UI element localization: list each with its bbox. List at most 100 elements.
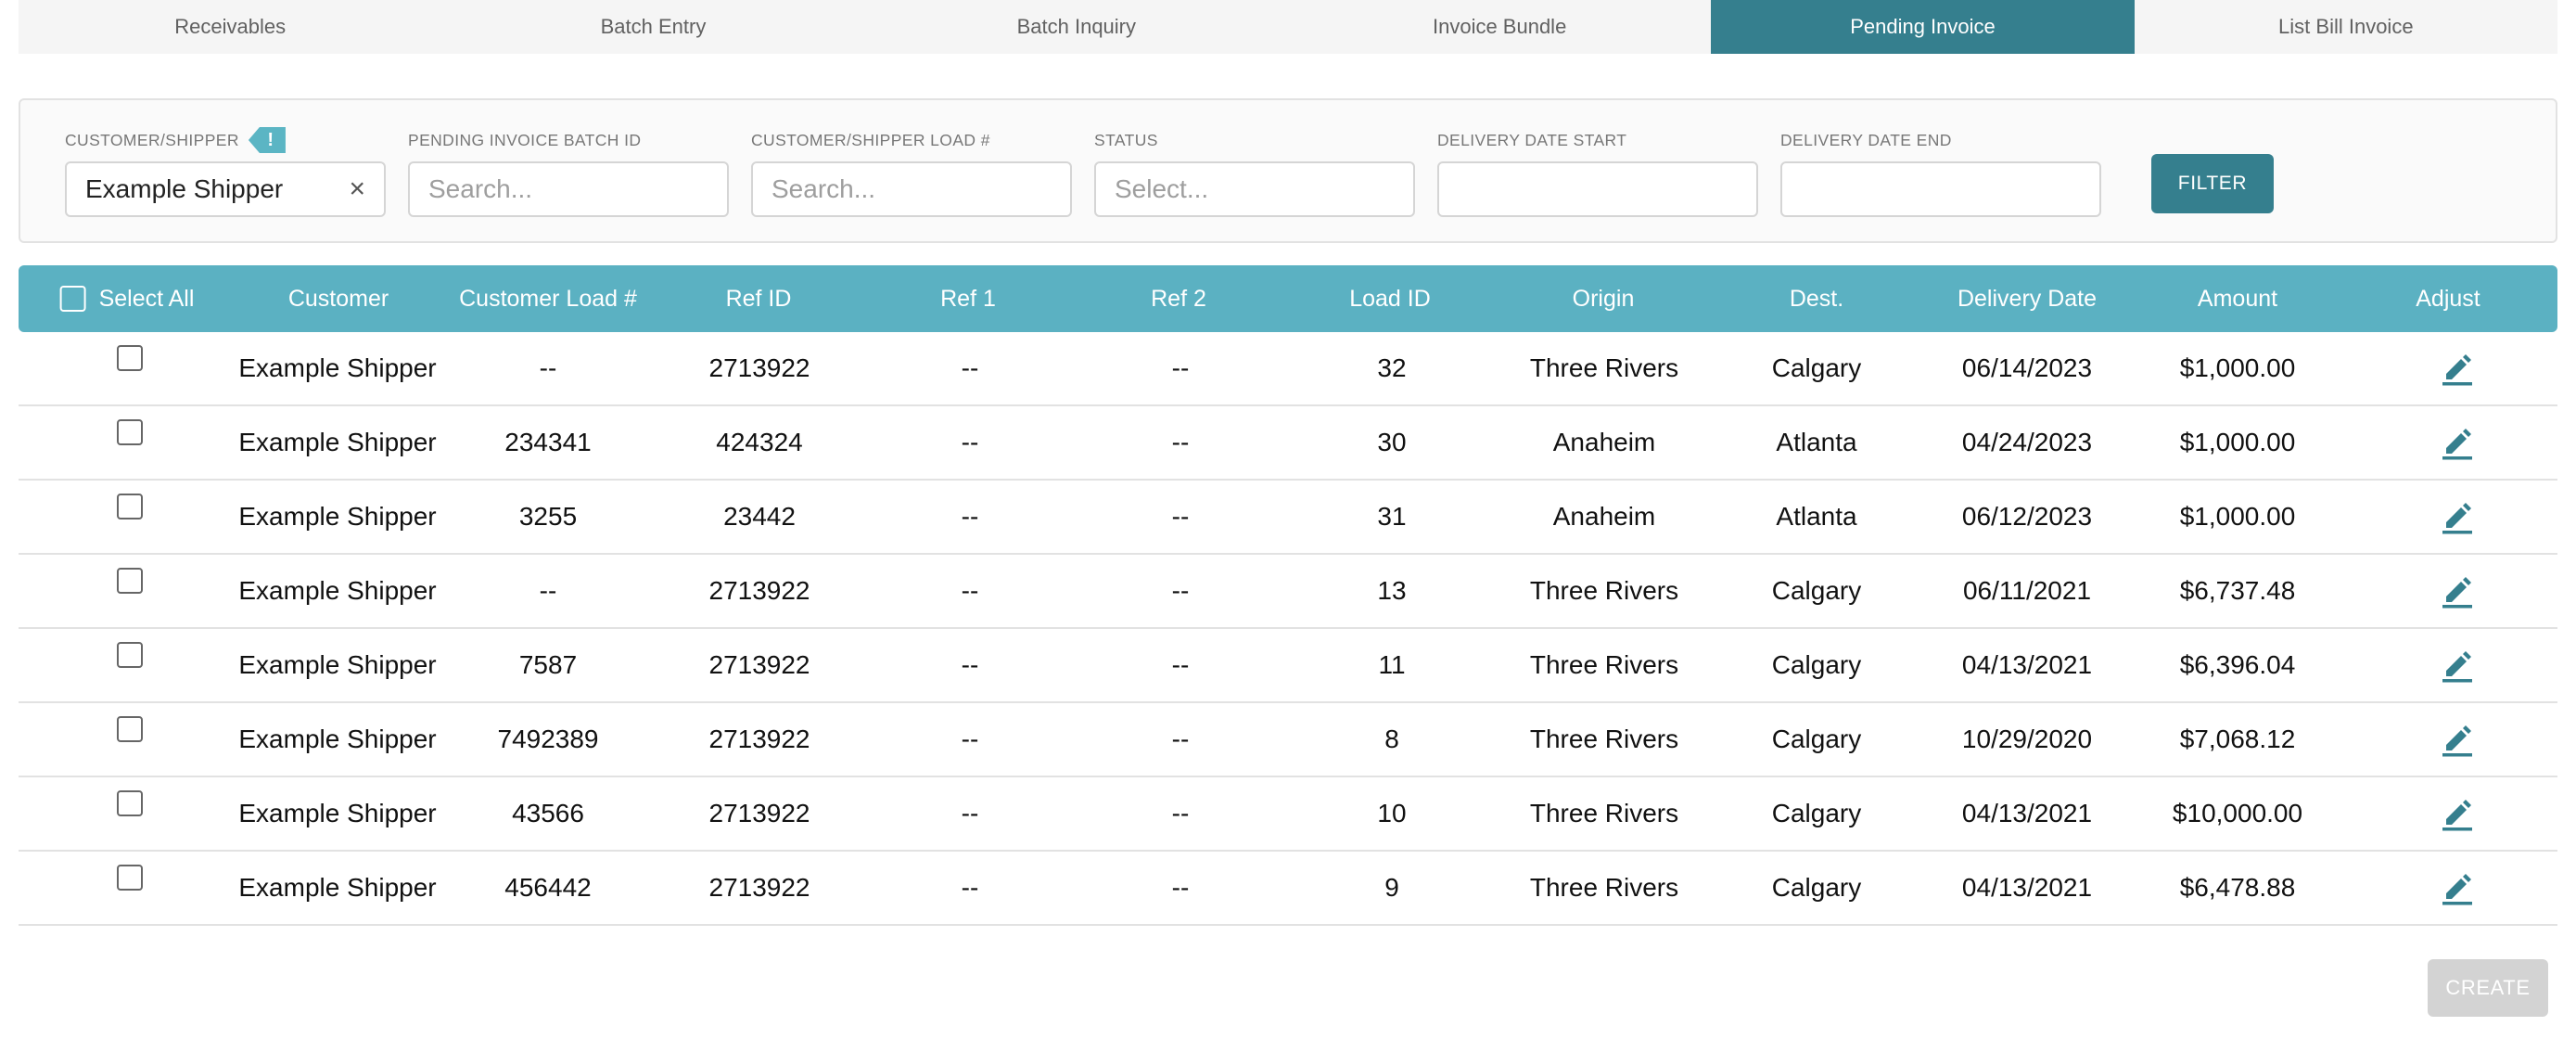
tab-batch-entry[interactable]: Batch Entry xyxy=(441,0,864,54)
cell-delivery-date: 04/13/2021 xyxy=(1961,799,2093,827)
cell-customer: Example Shipper xyxy=(238,353,437,382)
tab-invoice-bundle[interactable]: Invoice Bundle xyxy=(1288,0,1711,54)
cell-origin: Three Rivers xyxy=(1529,873,1679,902)
status-select[interactable]: Select... xyxy=(1094,161,1415,217)
cell-delivery-date: 04/24/2023 xyxy=(1961,428,2093,456)
tab-list-bill-invoice[interactable]: List Bill Invoice xyxy=(2135,0,2557,54)
cell-ref-2: -- xyxy=(1171,873,1190,902)
cell-load-id: 8 xyxy=(1384,725,1399,753)
header-dest: Dest. xyxy=(1789,285,1844,312)
row-checkbox[interactable] xyxy=(117,642,143,668)
row-checkbox[interactable] xyxy=(117,568,143,594)
tab-pending-invoice[interactable]: Pending Invoice xyxy=(1711,0,2135,54)
cell-delivery-date: 06/14/2023 xyxy=(1961,353,2093,382)
cell-customer: Example Shipper xyxy=(238,502,437,531)
cell-ref-1: -- xyxy=(961,502,979,531)
load-number-placeholder: Search... xyxy=(772,174,876,203)
cell-ref-2: -- xyxy=(1171,353,1190,382)
cell-ref-id: 2713922 xyxy=(708,799,810,827)
row-checkbox[interactable] xyxy=(117,790,143,816)
cell-ref-1: -- xyxy=(961,725,979,753)
cell-amount: $1,000.00 xyxy=(2179,353,2296,382)
cell-customer-load: 456442 xyxy=(504,873,592,902)
adjust-button[interactable] xyxy=(2439,852,2476,924)
create-button[interactable]: CREATE xyxy=(2428,959,2548,1017)
batch-id-filter: PENDING INVOICE BATCH ID Search... xyxy=(408,126,729,217)
table-row[interactable]: Example Shipper 43566 2713922 -- -- 10 Three R… xyxy=(19,777,2557,852)
cell-customer: Example Shipper xyxy=(238,799,437,827)
table-body: Example Shipper -- 2713922 -- -- 32 Three Rive… xyxy=(19,332,2557,926)
status-placeholder: Select... xyxy=(1115,174,1209,203)
table-row[interactable]: Example Shipper 234341 424324 -- -- 30 Anaheim… xyxy=(19,406,2557,481)
row-checkbox[interactable] xyxy=(117,716,143,742)
cell-dest: Calgary xyxy=(1771,353,1862,382)
adjust-button[interactable] xyxy=(2439,481,2476,553)
adjust-button[interactable] xyxy=(2439,629,2476,701)
adjust-button[interactable] xyxy=(2439,555,2476,627)
cell-ref-id: 2713922 xyxy=(708,576,810,605)
select-all[interactable]: Select All xyxy=(59,265,194,332)
cell-ref-1: -- xyxy=(961,873,979,902)
customer-select[interactable]: Example Shipper × xyxy=(65,161,386,217)
cell-customer-load: 234341 xyxy=(504,428,592,456)
pencil-icon xyxy=(2442,429,2472,460)
tab-batch-inquiry[interactable]: Batch Inquiry xyxy=(865,0,1288,54)
delivery-end-input[interactable] xyxy=(1780,161,2101,217)
cell-amount: $1,000.00 xyxy=(2179,502,2296,531)
adjust-button[interactable] xyxy=(2439,777,2476,850)
header-delivery-date: Delivery Date xyxy=(1957,285,2098,312)
pencil-icon xyxy=(2442,503,2472,534)
cell-ref-1: -- xyxy=(961,428,979,456)
header-origin: Origin xyxy=(1572,285,1635,312)
delivery-end-filter: DELIVERY DATE END xyxy=(1780,126,2101,217)
table-row[interactable]: Example Shipper 3255 23442 -- -- 31 Anaheim Atl… xyxy=(19,481,2557,555)
row-checkbox[interactable] xyxy=(117,865,143,891)
row-checkbox[interactable] xyxy=(117,419,143,445)
batch-id-input[interactable]: Search... xyxy=(408,161,729,217)
tab-receivables[interactable]: Receivables xyxy=(19,0,441,54)
cell-customer-load: 43566 xyxy=(512,799,584,827)
adjust-button[interactable] xyxy=(2439,406,2476,479)
table-row[interactable]: Example Shipper 456442 2713922 -- -- 9 Three R… xyxy=(19,852,2557,926)
load-number-label: CUSTOMER/SHIPPER LOAD # xyxy=(751,130,990,149)
cell-origin: Anaheim xyxy=(1552,502,1656,531)
cell-ref-id: 23442 xyxy=(723,502,796,531)
row-checkbox[interactable] xyxy=(117,494,143,520)
filter-button[interactable]: FILTER xyxy=(2151,154,2274,213)
select-all-checkbox[interactable] xyxy=(59,286,86,312)
pending-invoice-page: Receivables Batch Entry Batch Inquiry In… xyxy=(0,0,2576,1039)
cell-load-id: 9 xyxy=(1384,873,1399,902)
cell-ref-1: -- xyxy=(961,799,979,827)
clear-icon[interactable]: × xyxy=(349,173,365,205)
cell-customer: Example Shipper xyxy=(238,725,437,753)
header-customer-load: Customer Load # xyxy=(459,285,637,312)
pencil-icon xyxy=(2442,354,2472,386)
cell-ref-2: -- xyxy=(1171,725,1190,753)
header-amount: Amount xyxy=(2197,285,2278,312)
cell-load-id: 13 xyxy=(1377,576,1407,605)
cell-customer: Example Shipper xyxy=(238,428,437,456)
cell-ref-2: -- xyxy=(1171,428,1190,456)
row-checkbox[interactable] xyxy=(117,345,143,371)
table-row[interactable]: Example Shipper -- 2713922 -- -- 32 Three Rive… xyxy=(19,332,2557,406)
delivery-start-input[interactable] xyxy=(1437,161,1758,217)
table-row[interactable]: Example Shipper -- 2713922 -- -- 13 Three Rive… xyxy=(19,555,2557,629)
adjust-button[interactable] xyxy=(2439,703,2476,776)
table-row[interactable]: Example Shipper 7492389 2713922 -- -- 8 Three … xyxy=(19,703,2557,777)
cell-customer-load: 3255 xyxy=(518,502,578,531)
pencil-icon xyxy=(2442,800,2472,831)
cell-ref-id: 2713922 xyxy=(708,650,810,679)
customer-select-value: Example Shipper xyxy=(85,174,284,203)
cell-delivery-date: 04/13/2021 xyxy=(1961,873,2093,902)
cell-load-id: 10 xyxy=(1377,799,1407,827)
delivery-start-label: DELIVERY DATE START xyxy=(1437,130,1627,149)
cell-origin: Three Rivers xyxy=(1529,799,1679,827)
load-number-input[interactable]: Search... xyxy=(751,161,1072,217)
status-filter: STATUS Select... xyxy=(1094,126,1415,217)
batch-id-placeholder: Search... xyxy=(428,174,533,203)
cell-customer-load: -- xyxy=(539,353,557,382)
cell-customer: Example Shipper xyxy=(238,873,437,902)
delivery-end-label: DELIVERY DATE END xyxy=(1780,130,1952,149)
table-row[interactable]: Example Shipper 7587 2713922 -- -- 11 Three Ri… xyxy=(19,629,2557,703)
adjust-button[interactable] xyxy=(2439,332,2476,404)
